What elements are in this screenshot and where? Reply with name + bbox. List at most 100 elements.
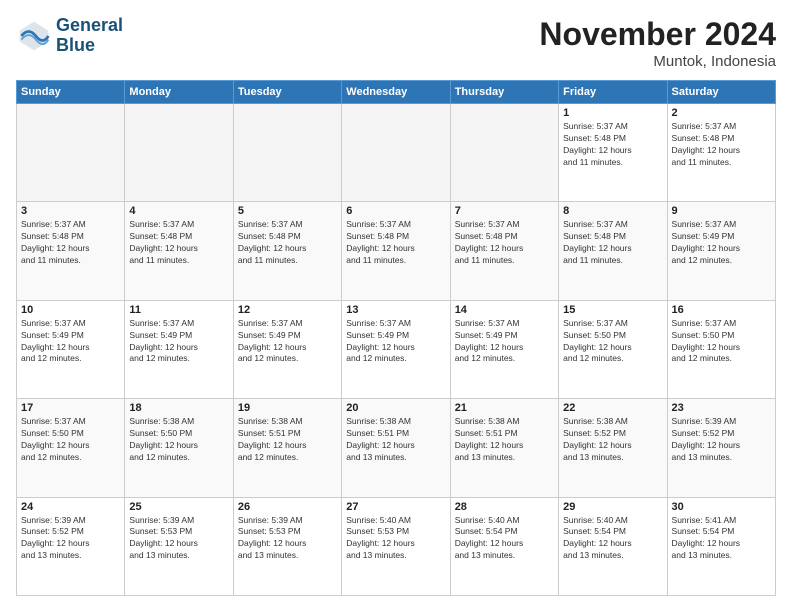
day-number: 4 (129, 205, 228, 217)
calendar-cell-3-4: 21Sunrise: 5:38 AM Sunset: 5:51 PM Dayli… (450, 399, 558, 497)
calendar-cell-0-5: 1Sunrise: 5:37 AM Sunset: 5:48 PM Daylig… (559, 104, 667, 202)
calendar-header-row: SundayMondayTuesdayWednesdayThursdayFrid… (17, 81, 776, 104)
calendar-header-tuesday: Tuesday (233, 81, 341, 104)
calendar-cell-2-0: 10 Sunrise: 5:37 AM Sunset: 5:49 PM Dayli… (17, 300, 125, 398)
day-number: 14 (455, 304, 554, 316)
logo-icon (16, 18, 52, 54)
calendar-header-monday: Monday (125, 81, 233, 104)
calendar-week-row-0: 1Sunrise: 5:37 AM Sunset: 5:48 PM Daylig… (17, 104, 776, 202)
day-info: Sunrise: 5:37 AM Sunset: 5:48 PM Dayligh… (672, 121, 771, 169)
logo: General Blue (16, 16, 123, 56)
calendar-cell-1-6: 9 Sunrise: 5:37 AM Sunset: 5:49 PM Daylig… (667, 202, 775, 300)
day-info: Sunrise: 5:37 AM Sunset: 5:48 PM Dayligh… (563, 121, 662, 169)
day-number: 30 (672, 501, 771, 513)
calendar-week-row-4: 24 Sunrise: 5:39 AM Sunset: 5:52 PM Dayli… (17, 497, 776, 595)
day-info: Sunrise: 5:37 AM Sunset: 5:49 PM Dayligh… (21, 318, 120, 366)
calendar-cell-3-3: 20Sunrise: 5:38 AM Sunset: 5:51 PM Dayli… (342, 399, 450, 497)
calendar-cell-2-4: 14 Sunrise: 5:37 AM Sunset: 5:49 PM Dayli… (450, 300, 558, 398)
calendar-cell-4-4: 28 Sunrise: 5:40 AM Sunset: 5:54 PM Dayli… (450, 497, 558, 595)
calendar-cell-3-6: 23Sunrise: 5:39 AM Sunset: 5:52 PM Dayli… (667, 399, 775, 497)
calendar-cell-0-0 (17, 104, 125, 202)
day-info: Sunrise: 5:37 AM Sunset: 5:49 PM Dayligh… (129, 318, 228, 366)
day-info: Sunrise: 5:39 AM Sunset: 5:53 PM Dayligh… (238, 515, 337, 563)
calendar-cell-2-5: 15 Sunrise: 5:37 AM Sunset: 5:50 PM Dayli… (559, 300, 667, 398)
day-number: 24 (21, 501, 120, 513)
day-number: 27 (346, 501, 445, 513)
day-number: 8 (563, 205, 662, 217)
calendar-cell-3-5: 22Sunrise: 5:38 AM Sunset: 5:52 PM Dayli… (559, 399, 667, 497)
day-info: Sunrise: 5:37 AM Sunset: 5:49 PM Dayligh… (672, 219, 771, 267)
day-info: Sunrise: 5:37 AM Sunset: 5:48 PM Dayligh… (455, 219, 554, 267)
day-number: 12 (238, 304, 337, 316)
calendar-cell-0-6: 2Sunrise: 5:37 AM Sunset: 5:48 PM Daylig… (667, 104, 775, 202)
calendar-cell-0-2 (233, 104, 341, 202)
calendar-cell-4-1: 25 Sunrise: 5:39 AM Sunset: 5:53 PM Dayli… (125, 497, 233, 595)
day-info: Sunrise: 5:38 AM Sunset: 5:51 PM Dayligh… (455, 416, 554, 464)
calendar-header-thursday: Thursday (450, 81, 558, 104)
calendar-cell-2-3: 13Sunrise: 5:37 AM Sunset: 5:49 PM Dayli… (342, 300, 450, 398)
day-info: Sunrise: 5:37 AM Sunset: 5:50 PM Dayligh… (672, 318, 771, 366)
calendar-cell-1-0: 3 Sunrise: 5:37 AM Sunset: 5:48 PM Daylig… (17, 202, 125, 300)
day-info: Sunrise: 5:37 AM Sunset: 5:48 PM Dayligh… (21, 219, 120, 267)
day-number: 18 (129, 402, 228, 414)
day-info: Sunrise: 5:38 AM Sunset: 5:51 PM Dayligh… (238, 416, 337, 464)
calendar-cell-1-4: 7 Sunrise: 5:37 AM Sunset: 5:48 PM Daylig… (450, 202, 558, 300)
day-info: Sunrise: 5:39 AM Sunset: 5:52 PM Dayligh… (21, 515, 120, 563)
calendar-week-row-1: 3 Sunrise: 5:37 AM Sunset: 5:48 PM Daylig… (17, 202, 776, 300)
day-info: Sunrise: 5:40 AM Sunset: 5:54 PM Dayligh… (563, 515, 662, 563)
day-number: 5 (238, 205, 337, 217)
calendar-cell-3-0: 17 Sunrise: 5:37 AM Sunset: 5:50 PM Dayli… (17, 399, 125, 497)
day-number: 25 (129, 501, 228, 513)
day-number: 16 (672, 304, 771, 316)
title-block: November 2024 Muntok, Indonesia (539, 16, 776, 70)
calendar-cell-1-3: 6Sunrise: 5:37 AM Sunset: 5:48 PM Daylig… (342, 202, 450, 300)
day-number: 13 (346, 304, 445, 316)
day-info: Sunrise: 5:40 AM Sunset: 5:53 PM Dayligh… (346, 515, 445, 563)
day-number: 7 (455, 205, 554, 217)
month-title: November 2024 (539, 16, 776, 53)
calendar-cell-0-4 (450, 104, 558, 202)
calendar-cell-3-2: 19 Sunrise: 5:38 AM Sunset: 5:51 PM Dayli… (233, 399, 341, 497)
calendar-cell-4-6: 30Sunrise: 5:41 AM Sunset: 5:54 PM Dayli… (667, 497, 775, 595)
logo-text: General Blue (56, 16, 123, 56)
day-number: 23 (672, 402, 771, 414)
day-number: 26 (238, 501, 337, 513)
day-info: Sunrise: 5:37 AM Sunset: 5:48 PM Dayligh… (563, 219, 662, 267)
calendar-cell-3-1: 18 Sunrise: 5:38 AM Sunset: 5:50 PM Dayli… (125, 399, 233, 497)
calendar-header-sunday: Sunday (17, 81, 125, 104)
day-info: Sunrise: 5:37 AM Sunset: 5:50 PM Dayligh… (21, 416, 120, 464)
calendar-week-row-2: 10 Sunrise: 5:37 AM Sunset: 5:49 PM Dayli… (17, 300, 776, 398)
day-number: 20 (346, 402, 445, 414)
calendar-cell-4-0: 24 Sunrise: 5:39 AM Sunset: 5:52 PM Dayli… (17, 497, 125, 595)
day-number: 28 (455, 501, 554, 513)
calendar-header-wednesday: Wednesday (342, 81, 450, 104)
calendar-cell-0-3 (342, 104, 450, 202)
day-info: Sunrise: 5:38 AM Sunset: 5:50 PM Dayligh… (129, 416, 228, 464)
day-info: Sunrise: 5:37 AM Sunset: 5:48 PM Dayligh… (238, 219, 337, 267)
day-number: 10 (21, 304, 120, 316)
day-info: Sunrise: 5:39 AM Sunset: 5:53 PM Dayligh… (129, 515, 228, 563)
day-number: 15 (563, 304, 662, 316)
calendar-header-friday: Friday (559, 81, 667, 104)
day-number: 17 (21, 402, 120, 414)
day-info: Sunrise: 5:37 AM Sunset: 5:50 PM Dayligh… (563, 318, 662, 366)
day-number: 19 (238, 402, 337, 414)
day-number: 3 (21, 205, 120, 217)
calendar-cell-0-1 (125, 104, 233, 202)
day-info: Sunrise: 5:37 AM Sunset: 5:48 PM Dayligh… (129, 219, 228, 267)
page: General Blue November 2024 Muntok, Indon… (0, 0, 792, 612)
calendar-cell-4-2: 26 Sunrise: 5:39 AM Sunset: 5:53 PM Dayli… (233, 497, 341, 595)
calendar-cell-4-3: 27 Sunrise: 5:40 AM Sunset: 5:53 PM Dayli… (342, 497, 450, 595)
logo-line2: Blue (56, 36, 123, 56)
calendar-cell-2-2: 12 Sunrise: 5:37 AM Sunset: 5:49 PM Dayli… (233, 300, 341, 398)
day-number: 9 (672, 205, 771, 217)
calendar-cell-2-6: 16 Sunrise: 5:37 AM Sunset: 5:50 PM Dayli… (667, 300, 775, 398)
logo-line1: General (56, 16, 123, 36)
calendar-week-row-3: 17 Sunrise: 5:37 AM Sunset: 5:50 PM Dayli… (17, 399, 776, 497)
day-info: Sunrise: 5:37 AM Sunset: 5:49 PM Dayligh… (238, 318, 337, 366)
day-info: Sunrise: 5:40 AM Sunset: 5:54 PM Dayligh… (455, 515, 554, 563)
calendar-table: SundayMondayTuesdayWednesdayThursdayFrid… (16, 80, 776, 596)
calendar-cell-1-1: 4 Sunrise: 5:37 AM Sunset: 5:48 PM Daylig… (125, 202, 233, 300)
day-number: 29 (563, 501, 662, 513)
day-info: Sunrise: 5:37 AM Sunset: 5:49 PM Dayligh… (455, 318, 554, 366)
